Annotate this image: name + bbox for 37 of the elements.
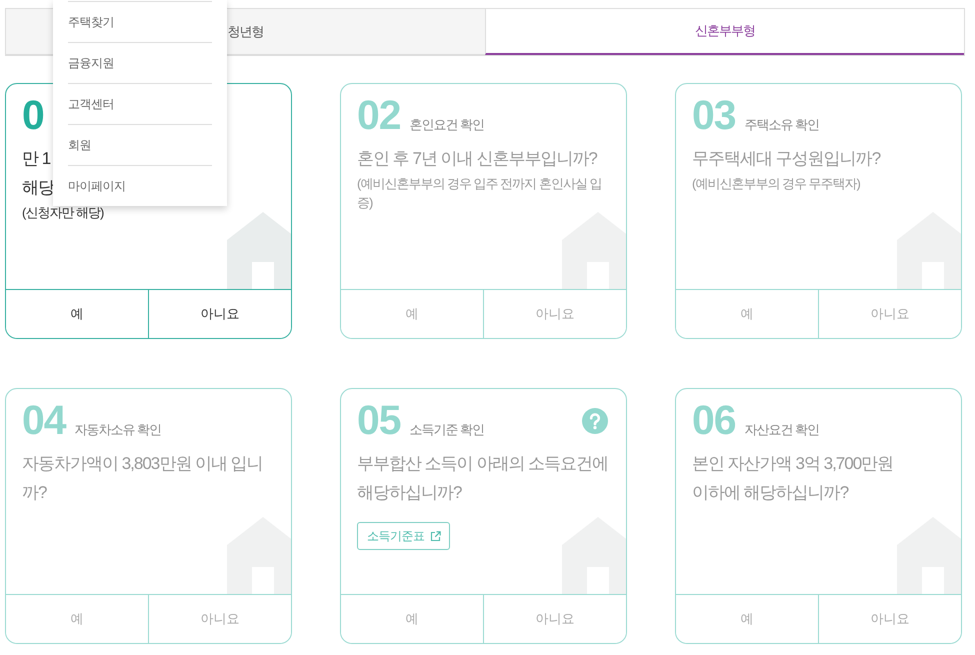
step-title: 주택소유 확인	[744, 116, 820, 134]
step-number: 04	[22, 400, 66, 441]
step-title: 자동차소유 확인	[74, 421, 162, 439]
question-note: (신청자만 해당)	[22, 204, 104, 222]
step-title: 혼인요건 확인	[410, 116, 484, 134]
question-text: 부부합산 소득이 아래의 소득요건에 해당하십니까?	[357, 453, 608, 504]
house-icon	[227, 517, 291, 594]
question-text: 혼인 후 7년 이내 신혼부부입니까?	[357, 148, 597, 170]
house-icon	[562, 212, 626, 289]
house-icon	[227, 212, 291, 289]
step-number: 06	[692, 400, 736, 441]
question-text: 본인 자산가액 3억 3,700만원 이하에 해당하십니까?	[692, 453, 894, 504]
answer-button[interactable]: 아니요	[148, 595, 291, 643]
step-title: 자산요건 확인	[744, 421, 820, 439]
link-button[interactable]: 소득기준표	[357, 522, 450, 550]
answer-button[interactable]: 아니요	[483, 290, 626, 338]
step-number: 02	[357, 95, 401, 136]
question-text: 자동차가액이 3,803만원 이내 입니 까?	[22, 453, 263, 504]
answer-button[interactable]: 아니요	[483, 595, 626, 643]
house-icon	[562, 517, 626, 594]
question-text: 무주택세대 구성원입니까?	[692, 148, 880, 170]
question-text: 만 1 해당	[22, 148, 54, 199]
answer-button[interactable]: 아니요	[818, 595, 961, 643]
house-icon	[897, 212, 961, 289]
tab[interactable]: 신혼부부형	[484, 9, 964, 55]
step-number: 03	[692, 95, 736, 136]
help-icon[interactable]	[582, 408, 608, 434]
house-icon	[897, 517, 961, 594]
question-note: (예비신혼부부의 경우 무주택자)	[692, 175, 860, 193]
answer-button[interactable]: 아니요	[148, 290, 291, 338]
external-link-icon	[430, 530, 440, 542]
menu-item[interactable]: 마이페이지	[68, 165, 212, 206]
step-number: 05	[357, 400, 401, 441]
question-note: (예비신혼부부의 경우 입주 전까지 혼인사실 입 증)	[357, 175, 602, 212]
step-title: 소득기준 확인	[410, 421, 484, 439]
step-number: 0	[22, 95, 44, 136]
answer-button[interactable]: 아니요	[818, 290, 961, 338]
